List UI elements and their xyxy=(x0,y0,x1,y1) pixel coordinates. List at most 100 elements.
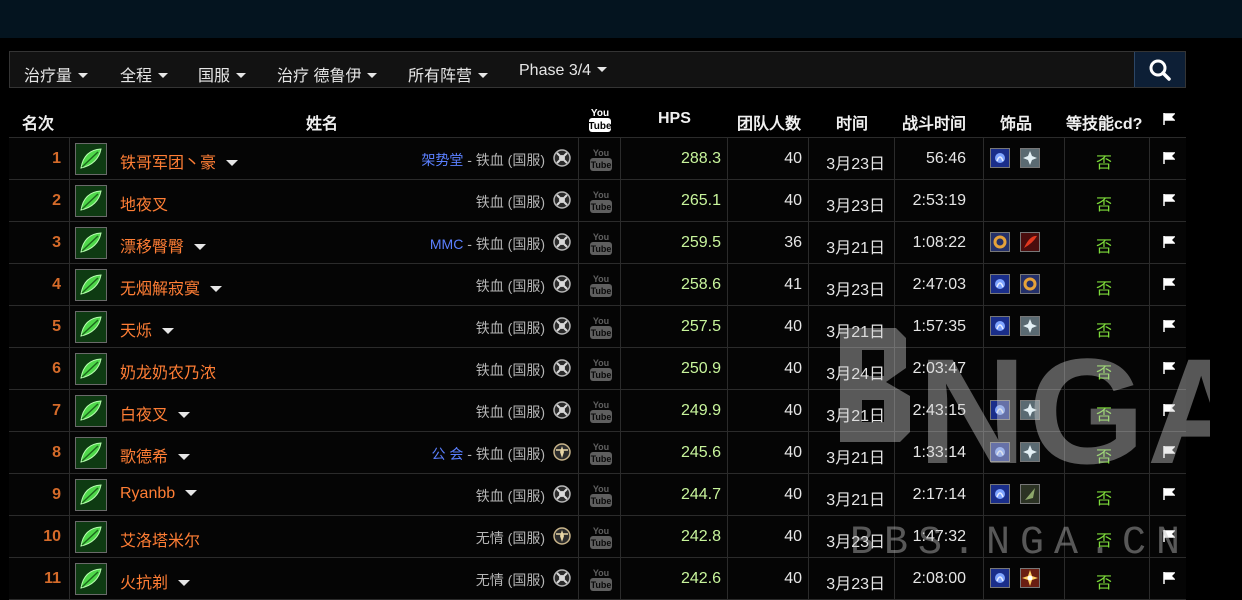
filter-class-spec-dropdown[interactable]: 治疗 德鲁伊 xyxy=(277,62,378,86)
flag-icon[interactable] xyxy=(1163,488,1175,500)
youtube-icon[interactable]: You Tube xyxy=(589,524,613,550)
table-row: 5 天烁 铁血 (国服) You Tube 257.5 40 3月21日 1:57:35 否 xyxy=(9,305,1186,347)
youtube-icon[interactable]: You Tube xyxy=(589,482,613,508)
trinket-blue-orb-icon[interactable] xyxy=(990,568,1010,588)
youtube-icon[interactable]: You Tube xyxy=(589,188,613,214)
chevron-down-icon[interactable] xyxy=(185,490,198,496)
column-divider xyxy=(894,138,895,179)
chevron-down-icon[interactable] xyxy=(178,454,191,460)
player-name-link[interactable]: 天烁 xyxy=(120,317,175,341)
trinket-gold-ring-icon[interactable] xyxy=(990,232,1010,252)
player-name-link[interactable]: 火抗剃 xyxy=(120,569,191,593)
date-value: 3月21日 xyxy=(826,450,885,467)
search-button[interactable] xyxy=(1134,52,1185,87)
flag-icon[interactable] xyxy=(1163,404,1175,416)
youtube-icon[interactable]: You Tube xyxy=(589,272,613,298)
column-divider xyxy=(578,348,579,389)
column-divider xyxy=(620,432,621,473)
player-name-link[interactable]: 奶龙奶农乃浓 xyxy=(120,359,216,383)
flag-icon[interactable] xyxy=(1163,362,1175,374)
column-divider xyxy=(894,432,895,473)
trinket-green-shard-icon[interactable] xyxy=(1020,484,1040,504)
column-raid-size[interactable]: 团队人数 xyxy=(737,110,801,134)
youtube-icon[interactable]: You Tube xyxy=(589,356,613,382)
youtube-icon[interactable]: You Tube xyxy=(589,398,613,424)
svg-text:You: You xyxy=(593,568,609,578)
youtube-icon[interactable]: You Tube xyxy=(589,230,613,256)
guild-name[interactable]: MMC xyxy=(430,236,463,252)
youtube-icon[interactable]: You Tube xyxy=(589,314,613,340)
youtube-icon[interactable]: You Tube xyxy=(589,146,613,172)
flag-icon[interactable] xyxy=(1163,530,1175,542)
player-name-link[interactable]: 铁哥军团丶豪 xyxy=(120,149,239,173)
raid-size-value: 40 xyxy=(784,402,802,419)
guild-name[interactable]: 公 会 xyxy=(431,446,463,462)
player-name-link[interactable]: 地夜叉 xyxy=(120,191,168,215)
youtube-icon[interactable]: You Tube xyxy=(589,566,613,592)
youtube-icon[interactable]: You Tube xyxy=(589,440,613,466)
column-rank[interactable]: 名次 xyxy=(22,110,54,134)
trinket-silver-star-icon[interactable] xyxy=(1020,148,1040,168)
trinket-blue-orb-icon[interactable] xyxy=(990,400,1010,420)
flag-icon[interactable] xyxy=(1163,194,1175,206)
flag-icon[interactable] xyxy=(1163,236,1175,248)
column-duration[interactable]: 战斗时间 xyxy=(902,110,966,134)
column-divider xyxy=(620,516,621,557)
trinket-silver-star-icon[interactable] xyxy=(1020,400,1040,420)
svg-text:Tube: Tube xyxy=(591,496,612,506)
guild-name[interactable]: 架势堂 xyxy=(421,152,463,168)
trinket-blue-orb-icon[interactable] xyxy=(990,316,1010,336)
svg-text:You: You xyxy=(593,232,609,242)
column-divider xyxy=(1149,306,1150,347)
player-name-link[interactable]: 白夜叉 xyxy=(120,401,191,425)
player-name-link[interactable]: 漂移臀臀 xyxy=(120,233,207,257)
column-divider xyxy=(620,222,621,263)
chevron-down-icon[interactable] xyxy=(210,286,223,292)
trinket-blue-orb-icon[interactable] xyxy=(990,484,1010,504)
column-hps[interactable]: HPS xyxy=(658,110,691,128)
filter-metric-dropdown[interactable]: 治疗量 xyxy=(24,62,89,86)
column-wait-cd[interactable]: 等技能cd? xyxy=(1066,110,1142,134)
player-name-link[interactable]: 无烟解寂寞 xyxy=(120,275,223,299)
chevron-down-icon[interactable] xyxy=(178,580,191,586)
trinket-blue-orb-icon[interactable] xyxy=(990,148,1010,168)
column-trinkets[interactable]: 饰品 xyxy=(1000,110,1032,134)
player-name-link[interactable]: 艾洛塔米尔 xyxy=(120,527,200,551)
trinket-blue-orb-icon[interactable] xyxy=(990,442,1010,462)
trinket-fire-burst-icon[interactable] xyxy=(1020,568,1040,588)
column-divider xyxy=(1064,180,1065,221)
faction-horde-icon xyxy=(552,316,572,336)
trinket-silver-star-icon[interactable] xyxy=(1020,442,1040,462)
trinket-gold-ring-icon[interactable] xyxy=(1020,274,1040,294)
realm-name: 铁血 (国服) xyxy=(475,236,545,252)
flag-icon[interactable] xyxy=(1163,320,1175,332)
chevron-down-icon[interactable] xyxy=(162,328,175,334)
trinket-silver-star-icon[interactable] xyxy=(1020,316,1040,336)
column-divider xyxy=(620,348,621,389)
chevron-down-icon[interactable] xyxy=(178,412,191,418)
flag-icon[interactable] xyxy=(1163,572,1175,584)
rank-value: 1 xyxy=(52,150,61,167)
trinket-red-feather-icon[interactable] xyxy=(1020,232,1040,252)
filter-faction-dropdown[interactable]: 所有阵营 xyxy=(408,62,489,86)
column-date[interactable]: 时间 xyxy=(836,110,868,134)
flag-icon[interactable] xyxy=(1163,152,1175,164)
filter-region-dropdown[interactable]: 国服 xyxy=(198,62,247,86)
player-name-link[interactable]: Ryanbb xyxy=(120,485,198,503)
filter-phase-dropdown[interactable]: Phase 3/4 xyxy=(519,62,608,80)
chevron-down-icon[interactable] xyxy=(194,244,207,250)
column-divider xyxy=(1149,264,1150,305)
chevron-down-icon[interactable] xyxy=(226,160,239,166)
column-name[interactable]: 姓名 xyxy=(306,110,338,134)
rank-value: 8 xyxy=(52,444,61,461)
flag-icon[interactable] xyxy=(1163,446,1175,458)
chevron-down-icon xyxy=(78,73,89,78)
rank-value: 3 xyxy=(52,234,61,251)
column-divider xyxy=(894,348,895,389)
svg-text:Tube: Tube xyxy=(591,244,612,254)
filter-scope-dropdown[interactable]: 全程 xyxy=(120,62,169,86)
flag-icon[interactable] xyxy=(1163,278,1175,290)
player-name-link[interactable]: 歌德希 xyxy=(120,443,191,467)
trinket-blue-orb-icon[interactable] xyxy=(990,274,1010,294)
column-divider xyxy=(1149,432,1150,473)
